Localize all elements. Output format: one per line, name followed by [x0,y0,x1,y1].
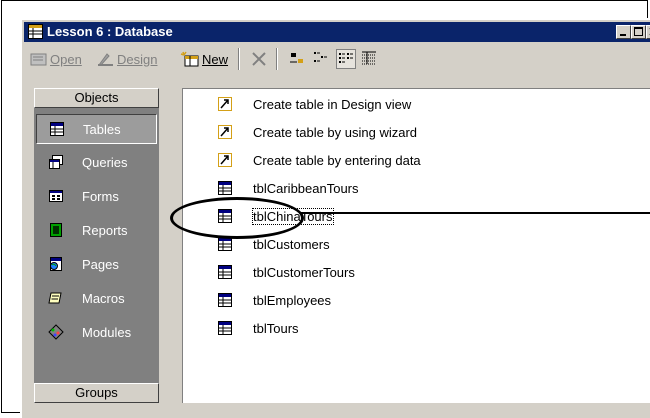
list-item-label: tblCaribbeanTours [253,181,359,196]
close-button[interactable] [646,25,650,39]
page-icon [50,257,62,271]
sidebar-item-label: Pages [82,257,119,272]
large-icons-icon [290,53,303,63]
list-item[interactable]: tblCustomerTours [183,262,583,284]
list-item[interactable]: tblEmployees [183,290,583,312]
sidebar-item-label: Macros [82,291,125,306]
open-button[interactable]: Open [30,48,82,70]
objects-list: Create table in Design view Create table… [182,88,650,403]
large-icons-button[interactable] [288,49,308,69]
list-item[interactable]: tblTours [183,318,583,340]
list-item-label: Create table by using wizard [253,125,418,140]
list-item[interactable]: Create table by entering data [183,150,583,172]
details-view-button[interactable] [360,49,380,69]
table-icon [50,122,64,136]
new-button[interactable]: New [180,48,228,70]
query-icon [49,155,63,169]
sidebar-item-macros[interactable]: Macros [36,284,157,314]
database-window-icon [28,24,43,39]
shortcut-icon [218,125,232,139]
small-icons-icon [314,52,327,62]
sidebar-item-forms[interactable]: Forms [36,182,157,212]
report-icon [50,223,62,237]
list-item[interactable]: Create table in Design view [183,94,583,116]
list-view-icon [339,53,353,63]
objects-header[interactable]: Objects [34,88,159,108]
sidebar-item-queries[interactable]: Queries [36,148,157,178]
open-label: Open [50,51,82,67]
shortcut-icon [218,97,232,111]
design-button[interactable]: Design [97,48,157,70]
table-icon [218,321,232,335]
database-toolbar: Open Design New [24,44,650,74]
delete-icon [252,52,266,66]
shortcut-icon [218,153,232,167]
macro-icon [48,292,62,304]
list-item-label: tblTours [253,321,299,336]
delete-button[interactable] [250,48,268,70]
minimize-icon [620,34,626,36]
toolbar-separator [238,48,240,70]
details-view-icon [362,51,376,65]
table-icon [218,181,232,195]
open-icon [30,53,47,66]
table-icon [218,293,232,307]
table-icon [218,265,232,279]
design-icon [98,53,113,66]
title-bar[interactable]: Lesson 6 : Database [24,22,650,42]
groups-header[interactable]: Groups [34,383,159,403]
sidebar-item-label: Queries [82,155,128,170]
new-label: New [202,51,229,67]
sidebar-item-reports[interactable]: Reports [36,216,157,246]
minimize-button[interactable] [616,25,631,39]
sidebar-item-label: Modules [82,325,132,340]
toolbar-separator [276,48,278,70]
sidebar-item-label: Forms [82,189,119,204]
form-icon [49,190,63,202]
list-item-label: Create table in Design view [253,97,412,112]
design-label: Design [117,51,158,67]
list-item-label: tblCustomers [253,237,330,252]
sidebar-item-modules[interactable]: Modules [36,318,157,348]
list-view-button[interactable] [336,49,356,69]
list-item-label: Create table by entering data [253,153,421,168]
module-icon [48,324,64,340]
list-item-label: tblEmployees [253,293,332,308]
sidebar-item-pages[interactable]: Pages [36,250,157,280]
database-window: Lesson 6 : Database Open Design New Obje… [20,18,650,418]
callout-line [302,212,650,214]
sidebar-item-label: Reports [82,223,128,238]
new-icon [180,51,199,67]
sidebar-item-label: Tables [83,122,121,137]
window-title: Lesson 6 : Database [47,24,173,39]
callout-ellipse [170,197,304,239]
objects-bar: Objects Tables Queries Forms Reports Pag… [34,88,159,403]
maximize-icon [634,27,643,36]
maximize-button[interactable] [631,25,646,39]
small-icons-button[interactable] [312,49,332,69]
sidebar-item-tables[interactable]: Tables [36,114,157,144]
list-item[interactable]: Create table by using wizard [183,122,583,144]
list-item-label: tblCustomerTours [253,265,355,280]
